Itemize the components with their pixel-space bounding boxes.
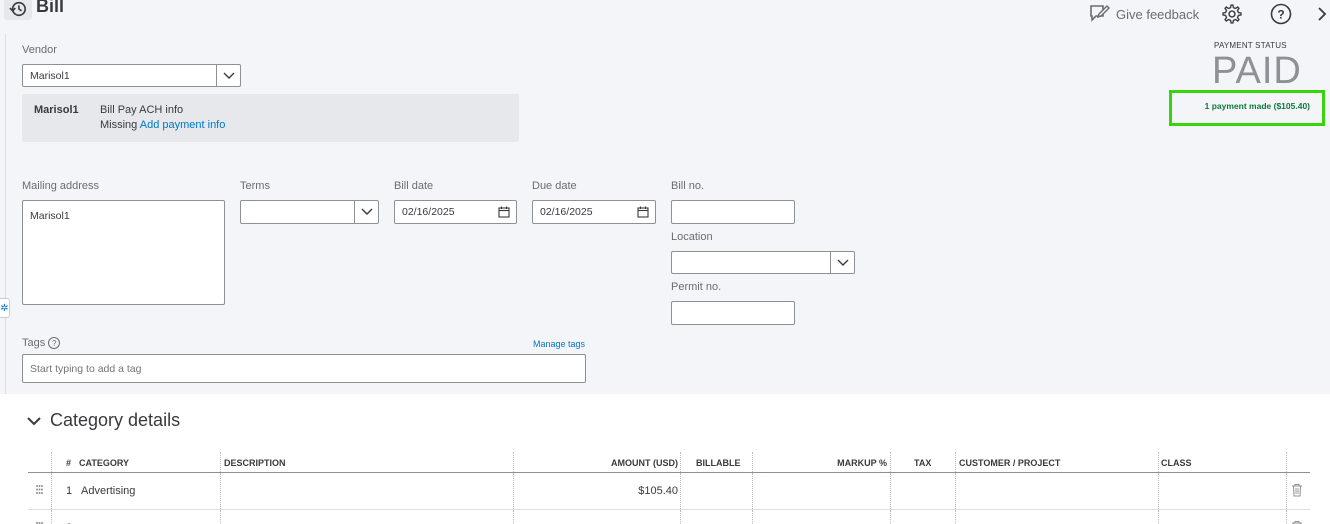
- location-label: Location: [671, 231, 713, 243]
- payment-status-value: PAID: [1212, 50, 1302, 92]
- bill-date-label: Bill date: [394, 180, 434, 192]
- due-date-label: Due date: [532, 180, 577, 192]
- col-class: CLASS: [1161, 458, 1192, 468]
- tags-label-wrap: Tags?: [22, 337, 61, 350]
- col-category: CATEGORY: [79, 458, 130, 468]
- trash-icon[interactable]: [1291, 483, 1303, 500]
- permit-no-label: Permit no.: [671, 281, 722, 293]
- vendor-dropdown-chevron-icon[interactable]: [216, 65, 240, 86]
- bill-no-input[interactable]: [671, 200, 795, 224]
- calendar-icon[interactable]: [637, 206, 649, 218]
- feedback-icon: [1088, 2, 1111, 27]
- terms-select[interactable]: [240, 200, 379, 224]
- vendor-card-name: Marisol1: [34, 104, 79, 116]
- col-num: #: [66, 458, 72, 468]
- vendor-select[interactable]: Marisol1: [22, 64, 241, 87]
- chevron-down-icon: [26, 410, 42, 431]
- row-num: 1: [66, 485, 73, 497]
- drag-handle-icon[interactable]: [35, 484, 44, 498]
- col-billable: BILLABLE: [696, 458, 741, 468]
- vendor-value: Marisol1: [30, 69, 70, 82]
- settings-gear-icon[interactable]: [1220, 2, 1244, 26]
- left-divider: [5, 34, 6, 394]
- due-date-input[interactable]: 02/16/2025: [532, 200, 656, 224]
- table-row[interactable]: 2: [28, 510, 1310, 524]
- vendor-card-heading: Bill Pay ACH info: [100, 104, 184, 116]
- payment-status-label: PAYMENT STATUS: [1214, 41, 1287, 50]
- manage-tags-link[interactable]: Manage tags: [533, 339, 585, 349]
- location-select[interactable]: [671, 251, 855, 274]
- terms-dropdown-chevron-icon[interactable]: [354, 201, 378, 223]
- col-description: DESCRIPTION: [224, 458, 286, 468]
- history-icon[interactable]: [4, 0, 32, 20]
- bill-no-label: Bill no.: [671, 180, 705, 192]
- vendor-label: Vendor: [22, 44, 57, 56]
- mailing-address-field[interactable]: Marisol1: [22, 200, 225, 305]
- col-markup: MARKUP %: [837, 458, 887, 468]
- feedback-label: Give feedback: [1116, 7, 1200, 22]
- payments-made-link[interactable]: 1 payment made ($105.40): [1169, 90, 1325, 126]
- side-panel-gear-icon[interactable]: ✲: [0, 298, 10, 318]
- due-date-value: 02/16/2025: [540, 206, 593, 218]
- page-title: Bill: [36, 0, 65, 16]
- missing-text: Missing: [100, 119, 138, 131]
- svg-text:?: ?: [1277, 8, 1284, 22]
- trash-icon[interactable]: [1291, 520, 1303, 524]
- add-payment-info-link[interactable]: Add payment info: [140, 119, 226, 131]
- bill-date-value: 02/16/2025: [402, 206, 455, 218]
- permit-no-input[interactable]: [671, 301, 795, 325]
- category-table: # CATEGORY DESCRIPTION AMOUNT (USD) BILL…: [28, 452, 1310, 524]
- bill-date-input[interactable]: 02/16/2025: [394, 200, 517, 224]
- col-amount: AMOUNT (USD): [611, 458, 678, 468]
- tags-input[interactable]: [22, 354, 586, 383]
- row-category[interactable]: Advertising: [81, 485, 135, 497]
- vendor-payment-card: Marisol1 Bill Pay ACH info Missing Add p…: [22, 94, 519, 142]
- table-row[interactable]: 1 Advertising $105.40: [28, 473, 1310, 510]
- tags-help-icon[interactable]: ?: [48, 337, 61, 350]
- calendar-icon[interactable]: [498, 206, 510, 218]
- bill-form-area: [0, 0, 1330, 394]
- terms-label: Terms: [240, 180, 270, 192]
- tags-label: Tags: [22, 337, 46, 349]
- category-details-title: Category details: [50, 410, 181, 430]
- vendor-card-missing: Missing Add payment info: [100, 119, 225, 131]
- give-feedback-button[interactable]: Give feedback: [1088, 2, 1199, 27]
- table-header: # CATEGORY DESCRIPTION AMOUNT (USD) BILL…: [28, 452, 1310, 473]
- location-dropdown-chevron-icon[interactable]: [830, 252, 854, 273]
- help-icon[interactable]: ?: [1269, 2, 1293, 26]
- chevron-right-icon[interactable]: [1314, 2, 1330, 26]
- col-tax: TAX: [914, 458, 932, 468]
- row-amount[interactable]: $105.40: [638, 485, 678, 497]
- category-details-toggle[interactable]: Category details: [26, 410, 180, 431]
- col-customer-project: CUSTOMER / PROJECT: [959, 458, 1061, 468]
- mailing-address-label: Mailing address: [22, 180, 100, 192]
